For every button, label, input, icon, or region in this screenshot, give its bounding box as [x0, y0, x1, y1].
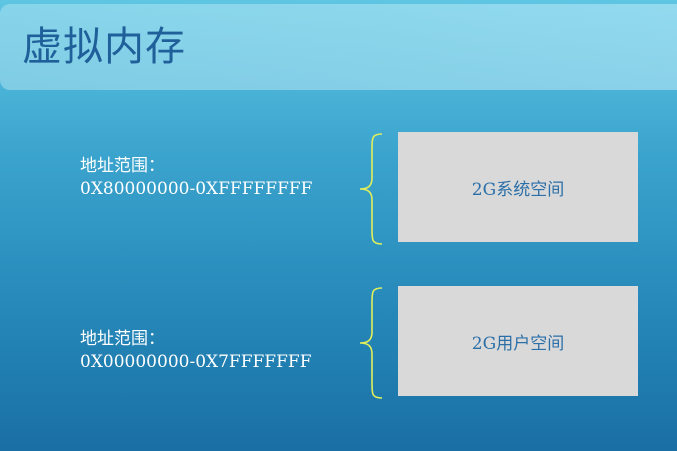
- user-space-box: 2G用户空间: [398, 286, 638, 396]
- system-space-label: 2G系统空间: [471, 179, 565, 200]
- system-space-box: 2G系统空间: [398, 132, 638, 242]
- slide-title: 虚拟内存: [22, 24, 186, 70]
- user-brace-icon: [359, 287, 383, 399]
- system-brace-icon: [359, 133, 383, 245]
- system-range-heading: 地址范围：: [80, 156, 165, 176]
- user-space-label: 2G用户空间: [471, 333, 565, 354]
- user-range-label: 地址范围： 0X00000000-0X7FFFFFFF: [80, 328, 312, 374]
- user-range-heading: 地址范围：: [80, 329, 165, 349]
- user-range-value: 0X00000000-0X7FFFFFFF: [80, 352, 312, 372]
- system-range-value: 0X80000000-0XFFFFFFFF: [80, 179, 313, 199]
- system-range-label: 地址范围： 0X80000000-0XFFFFFFFF: [80, 155, 312, 201]
